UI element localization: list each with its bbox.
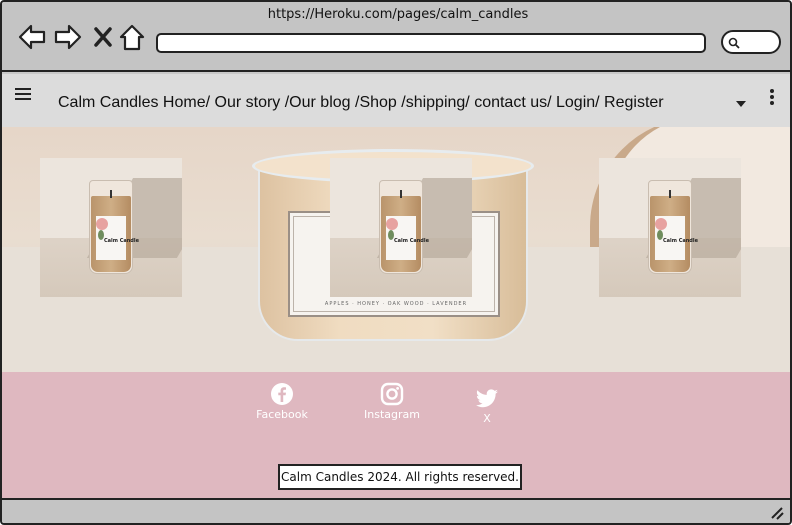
search-box[interactable] <box>721 30 781 54</box>
instagram-link[interactable]: Instagram <box>360 382 424 421</box>
search-icon <box>728 37 740 49</box>
featured-label-text: APPLES · HONEY · OAK WOOD · LAVENDER <box>324 301 468 307</box>
site-footer: Facebook Instagram X Calm Candles 2024. … <box>2 372 790 498</box>
caret-down-icon[interactable] <box>736 101 746 107</box>
kebab-menu-icon[interactable] <box>770 89 774 105</box>
address-bar[interactable] <box>156 33 706 53</box>
browser-status-bar <box>2 498 790 523</box>
home-icon[interactable] <box>118 22 146 52</box>
product-image-1[interactable]: Calm Candle <box>40 158 182 297</box>
nav-links[interactable]: Calm Candles Home/ Our story /Our blog /… <box>58 94 664 112</box>
twitter-bird-icon <box>475 389 498 408</box>
url-text[interactable]: https://Heroku.com/pages/calm_candles <box>2 7 790 22</box>
nav-links-text[interactable]: Calm Candles Home/ Our story /Our blog /… <box>58 94 664 111</box>
product-label-text: Calm Candle <box>104 238 139 244</box>
hero-banner: APPLES · HONEY · OAK WOOD · LAVENDER Cal… <box>2 127 790 372</box>
product-label-text: Calm Candle <box>394 238 429 244</box>
browser-toolbar: https://Heroku.com/pages/calm_candles <box>2 2 790 72</box>
instagram-label: Instagram <box>364 408 420 421</box>
facebook-label: Facebook <box>256 408 308 421</box>
back-arrow-icon[interactable] <box>17 22 47 52</box>
facebook-icon <box>271 383 293 405</box>
forward-arrow-icon[interactable] <box>53 22 83 52</box>
product-label-text: Calm Candle <box>663 238 698 244</box>
x-link[interactable]: X <box>470 388 504 425</box>
product-image-2[interactable]: Calm Candle <box>330 158 472 297</box>
close-x-icon[interactable] <box>90 22 116 52</box>
browser-window: https://Heroku.com/pages/calm_candles Ca… <box>0 0 792 525</box>
resize-grip-icon[interactable] <box>768 504 784 520</box>
copyright-notice: Calm Candles 2024. All rights reserved. <box>278 464 522 490</box>
product-image-3[interactable]: Calm Candle <box>599 158 741 297</box>
hamburger-menu-icon[interactable] <box>15 88 31 102</box>
x-label: X <box>483 412 491 425</box>
facebook-link[interactable]: Facebook <box>252 382 312 421</box>
site-navbar: Calm Candles Home/ Our story /Our blog /… <box>2 74 790 127</box>
instagram-icon <box>380 382 404 406</box>
